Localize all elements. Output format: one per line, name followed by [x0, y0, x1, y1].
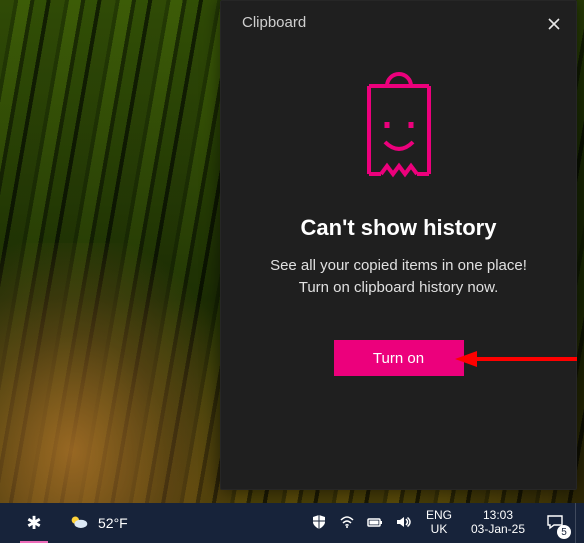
- clock-time: 13:03: [483, 509, 513, 523]
- tray-wifi-icon[interactable]: [333, 503, 361, 543]
- taskbar-clock[interactable]: 13:03 03-Jan-25: [461, 503, 535, 543]
- tray-battery-icon[interactable]: [361, 503, 389, 543]
- turn-on-button[interactable]: Turn on: [334, 340, 464, 376]
- taskbar-action-center[interactable]: 5: [535, 503, 575, 543]
- language-secondary: UK: [431, 523, 448, 537]
- speaker-icon: [395, 514, 411, 533]
- wifi-icon: [339, 514, 355, 533]
- subtext-line: Turn on clipboard history now.: [299, 279, 499, 296]
- language-primary: ENG: [426, 509, 452, 523]
- weather-temp: 52°F: [98, 515, 128, 531]
- clock-date: 03-Jan-25: [471, 523, 525, 537]
- show-desktop-button[interactable]: [575, 503, 582, 543]
- taskbar: ✱ 52°F: [0, 503, 584, 543]
- notification-badge: 5: [557, 525, 571, 539]
- close-icon: [548, 17, 560, 35]
- weather-icon: [68, 511, 90, 536]
- close-button[interactable]: [537, 6, 571, 46]
- slack-icon: ✱: [26, 514, 41, 532]
- taskbar-language[interactable]: ENG UK: [417, 503, 461, 543]
- tray-security-icon[interactable]: [305, 503, 333, 543]
- panel-subtext: See all your copied items in one place! …: [240, 255, 557, 299]
- clipboard-flyout: Clipboard Can't show history See all you…: [220, 0, 577, 490]
- clipboard-smile-icon: [357, 72, 441, 189]
- tray-overflow-button[interactable]: [283, 503, 305, 543]
- panel-heading: Can't show history: [220, 215, 577, 241]
- battery-icon: [367, 514, 383, 533]
- taskbar-weather[interactable]: 52°F: [54, 503, 142, 543]
- shield-icon: [311, 514, 327, 533]
- subtext-line: See all your copied items in one place!: [270, 257, 527, 274]
- tray-volume-icon[interactable]: [389, 503, 417, 543]
- taskbar-app-slack[interactable]: ✱: [14, 503, 54, 543]
- panel-title: Clipboard: [242, 14, 306, 31]
